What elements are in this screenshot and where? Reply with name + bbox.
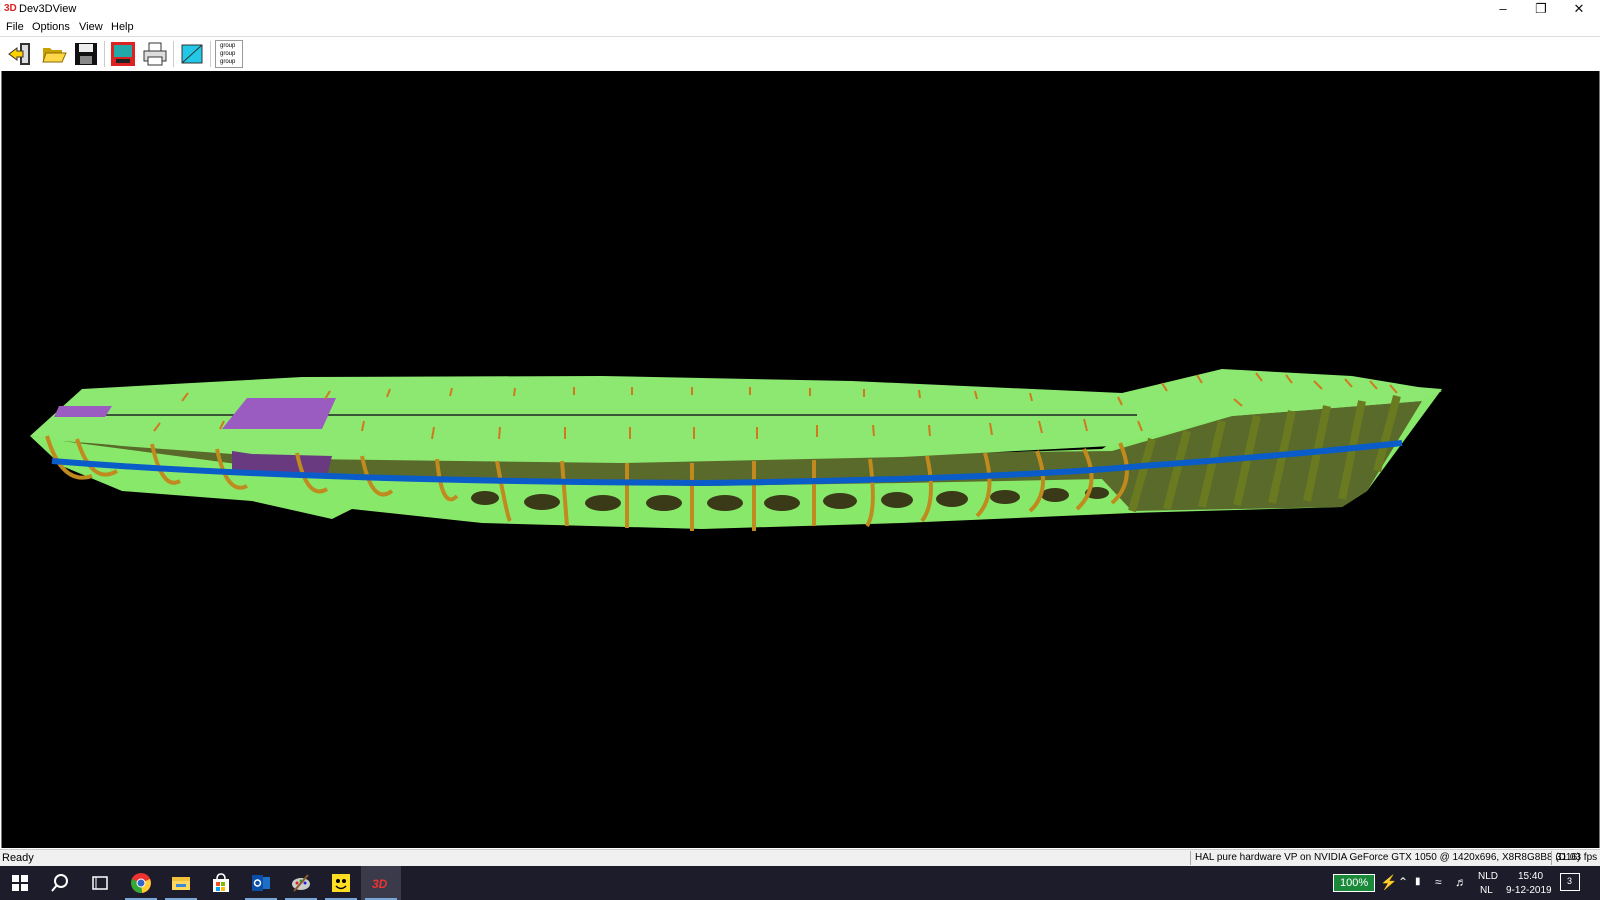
- keyboard-layout[interactable]: NL: [1480, 885, 1493, 896]
- toolbar: group group group: [0, 36, 1600, 71]
- speaker-icon[interactable]: ♬: [1455, 875, 1467, 889]
- notification-count: 3: [1567, 876, 1573, 886]
- battery-icon[interactable]: ▮: [1415, 876, 1421, 887]
- battery-level: 100%: [1340, 877, 1369, 889]
- notification-icon[interactable]: 3: [1560, 873, 1580, 891]
- group-label: group: [220, 51, 236, 57]
- status-text: Ready: [2, 852, 34, 864]
- group-label: group: [220, 43, 236, 49]
- group-label: group: [220, 59, 236, 65]
- color-box-icon[interactable]: [178, 40, 206, 68]
- dev3dview-logo-text: 3D: [372, 877, 388, 891]
- exit-icon[interactable]: [6, 40, 34, 68]
- toolbar-separator: [104, 41, 105, 67]
- chevron-up-icon[interactable]: ⌃: [1398, 875, 1408, 889]
- toolbar-separator: [173, 41, 174, 67]
- restore-icon[interactable]: ❐: [1522, 0, 1560, 19]
- power-plug-icon[interactable]: ⚡: [1380, 874, 1397, 891]
- app-icon: 3D: [4, 3, 17, 14]
- close-icon[interactable]: ✕: [1560, 0, 1598, 19]
- taskbar: 3D 100% ⚡ ⌃ ▮ ≈ ♬ NLD NL 15:40 9-12-2019…: [0, 866, 1600, 900]
- fps-counter: 31.03 fps: [1551, 851, 1600, 865]
- wifi-icon[interactable]: ≈: [1435, 875, 1442, 889]
- save-disk-icon[interactable]: [72, 40, 100, 68]
- status-bar: Ready HAL pure hardware VP on NVIDIA GeF…: [0, 849, 1600, 867]
- task-view-icon[interactable]: [80, 866, 120, 900]
- language-indicator[interactable]: NLD: [1478, 871, 1498, 882]
- deck-hatch: [54, 406, 112, 417]
- search-icon[interactable]: [40, 866, 80, 900]
- minimize-icon[interactable]: –: [1484, 0, 1522, 19]
- toolbar-separator: [210, 41, 211, 67]
- menu-help[interactable]: Help: [111, 21, 134, 33]
- store-icon[interactable]: [201, 866, 241, 900]
- print-icon[interactable]: [141, 40, 169, 68]
- renderer-info: HAL pure hardware VP on NVIDIA GeForce G…: [1190, 851, 1584, 865]
- ship-hull-model: [30, 369, 1442, 531]
- clock-date[interactable]: 9-12-2019: [1506, 885, 1552, 896]
- dev3dview-icon[interactable]: 3D: [361, 866, 401, 900]
- window-title: Dev3DView: [19, 3, 77, 15]
- chrome-icon[interactable]: [121, 866, 161, 900]
- menu-file[interactable]: File: [6, 21, 24, 33]
- outlook-icon[interactable]: [241, 866, 281, 900]
- smiley-app-icon[interactable]: [321, 866, 361, 900]
- menu-view[interactable]: View: [79, 21, 103, 33]
- menu-bar: File Options View Help: [0, 19, 1600, 36]
- paint-icon[interactable]: [281, 866, 321, 900]
- start-icon[interactable]: [0, 866, 40, 900]
- title-bar: 3D Dev3DView – ❐ ✕: [0, 0, 1600, 19]
- file-explorer-icon[interactable]: [161, 866, 201, 900]
- screen-capture-icon[interactable]: [109, 40, 137, 68]
- menu-options[interactable]: Options: [32, 21, 70, 33]
- 3d-viewport[interactable]: [1, 71, 1600, 848]
- group-list-icon[interactable]: group group group: [215, 40, 243, 68]
- battery-indicator[interactable]: 100%: [1333, 874, 1375, 892]
- open-folder-icon[interactable]: [40, 40, 68, 68]
- clock-time[interactable]: 15:40: [1518, 871, 1543, 882]
